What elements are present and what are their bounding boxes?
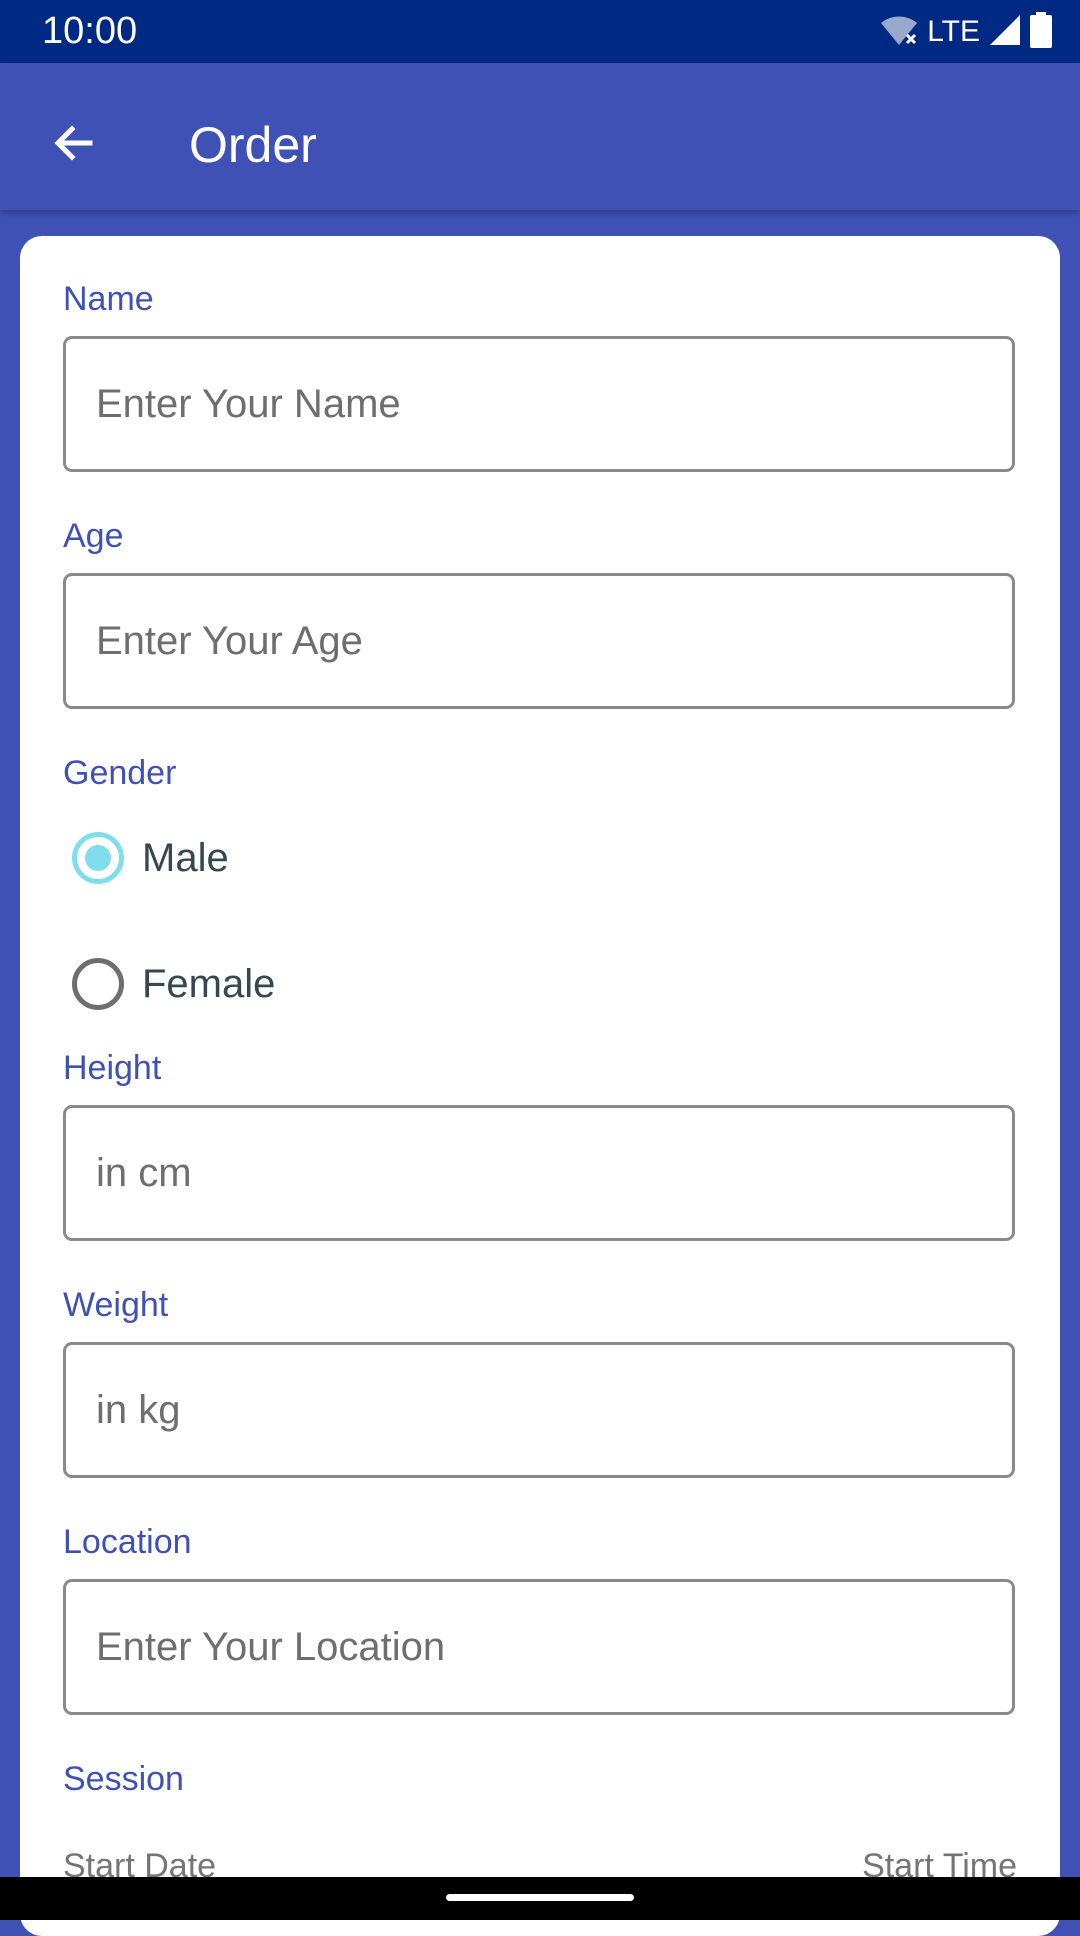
session-label: Session	[63, 1760, 184, 1798]
radio-female-label: Female	[142, 961, 276, 1006]
status-bar: 10:00 LTE	[0, 0, 1080, 63]
age-input[interactable]	[66, 576, 1012, 706]
navigation-bar	[0, 1877, 1080, 1920]
location-input[interactable]	[66, 1582, 1012, 1712]
radio-female[interactable]: Female	[72, 944, 275, 1024]
radio-male[interactable]: Male	[72, 818, 229, 898]
age-field[interactable]	[63, 573, 1015, 709]
home-handle[interactable]	[446, 1894, 634, 1901]
order-form-card: Name Age Gender Male Female Height Weigh…	[20, 236, 1060, 1936]
radio-male-label: Male	[142, 835, 229, 880]
gender-label: Gender	[63, 754, 177, 792]
status-time: 10:00	[42, 10, 138, 52]
app-bar: Order	[0, 63, 1080, 210]
status-icons: LTE	[879, 11, 1052, 53]
name-input[interactable]	[66, 339, 1012, 469]
name-field[interactable]	[63, 336, 1015, 472]
name-label: Name	[63, 280, 154, 318]
weight-label: Weight	[63, 1286, 169, 1324]
height-input[interactable]	[66, 1108, 1012, 1238]
height-label: Height	[63, 1049, 162, 1087]
weight-input[interactable]	[66, 1345, 1012, 1475]
wifi-off-icon	[879, 13, 919, 52]
battery-icon	[1030, 11, 1052, 53]
radio-unchecked-icon[interactable]	[72, 958, 124, 1010]
age-label: Age	[63, 517, 124, 555]
location-label: Location	[63, 1523, 192, 1561]
weight-field[interactable]	[63, 1342, 1015, 1478]
back-button[interactable]	[32, 103, 116, 187]
height-field[interactable]	[63, 1105, 1015, 1241]
arrow-back-icon	[50, 119, 98, 172]
radio-checked-icon[interactable]	[72, 832, 124, 884]
location-field[interactable]	[63, 1579, 1015, 1715]
page-title: Order	[189, 117, 317, 173]
network-type: LTE	[927, 15, 980, 48]
signal-icon	[988, 13, 1022, 52]
